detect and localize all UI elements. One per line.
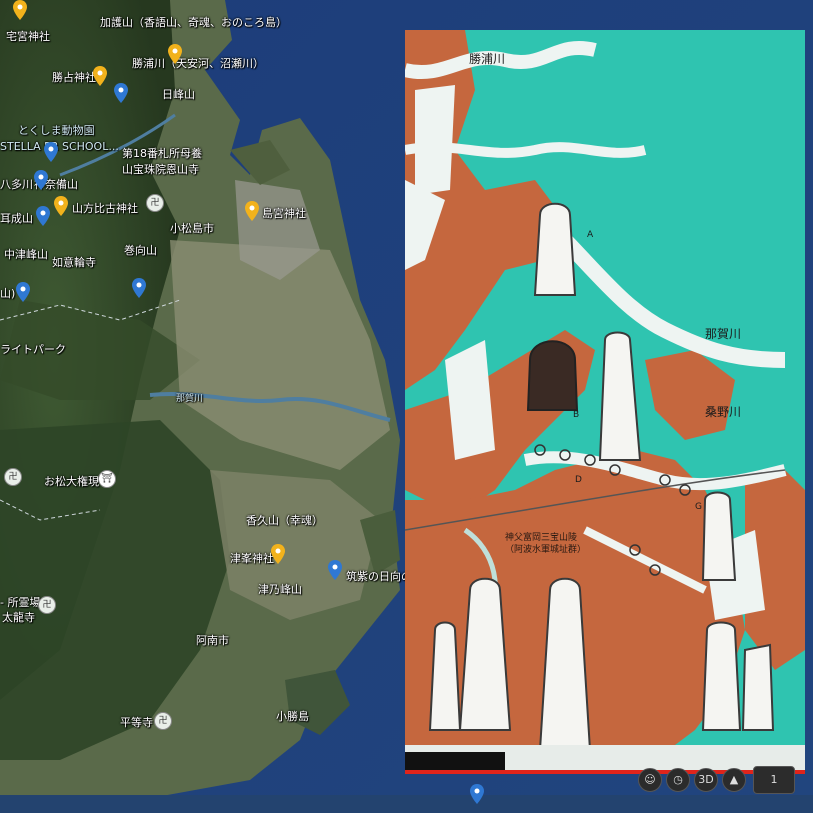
overlay-marker-d: D bbox=[575, 475, 582, 485]
overlay-marker-a: A bbox=[587, 230, 594, 240]
label-yama[interactable]: 山) bbox=[0, 287, 15, 300]
overlay-label-naka-river: 那賀川 bbox=[705, 327, 742, 341]
shrine-gate-icon[interactable]: ⛩ bbox=[98, 470, 116, 488]
map-pin-blue[interactable] bbox=[16, 282, 30, 302]
overlay-label-kuwano-river: 桑野川 bbox=[705, 405, 742, 419]
person-icon[interactable]: ☺ bbox=[638, 768, 662, 792]
label-zoo[interactable]: とくしま動物園 bbox=[18, 124, 95, 137]
historical-map-artwork bbox=[405, 30, 805, 774]
map-pin-yellow[interactable] bbox=[54, 196, 68, 216]
temple-symbol-icon[interactable]: 卍 bbox=[38, 596, 56, 614]
video-progress-bar[interactable] bbox=[405, 770, 805, 774]
temple-symbol-icon[interactable]: 卍 bbox=[154, 712, 172, 730]
label-nakatsumine[interactable]: 中津峰山 bbox=[4, 248, 48, 261]
label-kagoyama[interactable]: 加護山（香語山、奇魂、おのころ島） bbox=[100, 16, 287, 29]
label-nyoirinji[interactable]: 如意輪寺 bbox=[52, 256, 96, 269]
label-lightpark[interactable]: ライトパーク bbox=[0, 343, 66, 356]
label-byodoji[interactable]: 平等寺 bbox=[120, 716, 153, 729]
label-katsuura-river[interactable]: 勝浦川（天安河、沼瀬川） bbox=[132, 57, 264, 70]
historical-map-overlay[interactable]: 勝浦川 那賀川 桑野川 A B D G 神父富岡三宝山陵 （阿波水軍城址群） bbox=[405, 30, 805, 774]
map-pin-yellow[interactable] bbox=[245, 201, 259, 221]
label-shimamiya[interactable]: 島宮神社 bbox=[262, 207, 306, 220]
label-tsuminejinja[interactable]: 津峯神社 bbox=[230, 552, 274, 565]
label-tsunominesan[interactable]: 津乃峰山 bbox=[258, 583, 302, 596]
overlay-label-katsuura-river: 勝浦川 bbox=[469, 52, 506, 66]
label-hinomine[interactable]: 日峰山 bbox=[162, 88, 195, 101]
label-fudasho[interactable]: 第18番札所母養 bbox=[122, 147, 202, 160]
3d-button[interactable]: 3D bbox=[694, 768, 718, 792]
map-pin-blue[interactable] bbox=[114, 83, 128, 103]
label-katsura-shrine[interactable]: 勝占神社 bbox=[52, 71, 96, 84]
overlay-marker-g: G bbox=[695, 502, 702, 512]
label-reijo[interactable]: - 所霊場 bbox=[0, 596, 40, 609]
map-pin-blue[interactable] bbox=[328, 560, 342, 580]
label-komatsushima-city[interactable]: 小松島市 bbox=[170, 222, 214, 235]
map-viewer[interactable]: 宅宮神社 加護山（香語山、奇魂、おのころ島） 勝占神社 勝浦川（天安河、沼瀬川）… bbox=[0, 0, 813, 813]
map-pin-blue[interactable] bbox=[44, 142, 58, 162]
map-pin-blue[interactable] bbox=[470, 784, 484, 804]
label-naka-river-map[interactable]: 那賀川 bbox=[176, 393, 203, 406]
map-pin-blue[interactable] bbox=[34, 170, 48, 190]
overlay-marker-b: B bbox=[573, 410, 580, 420]
label-school[interactable]: STELLA PR SCHOOL... bbox=[0, 140, 119, 153]
temple-symbol-icon[interactable]: 卍 bbox=[146, 194, 164, 212]
label-minarisan[interactable]: 耳成山 bbox=[0, 212, 33, 225]
map-pin-yellow[interactable] bbox=[271, 544, 285, 564]
video-progress-fill bbox=[405, 770, 805, 774]
temple-symbol-icon[interactable]: 卍 bbox=[4, 468, 22, 486]
overlay-inscription-2: （阿波水軍城址群） bbox=[505, 545, 587, 555]
fullscreen-button[interactable]: 1 bbox=[753, 766, 795, 794]
label-kaguyama[interactable]: 香久山（幸魂） bbox=[246, 514, 323, 527]
map-pin-yellow[interactable] bbox=[93, 66, 107, 86]
map-pin-yellow[interactable] bbox=[168, 44, 182, 64]
map-pin-yellow[interactable] bbox=[13, 0, 27, 20]
label-tsukushi[interactable]: 筑紫の日向の bbox=[346, 570, 412, 583]
compass-arrow-icon[interactable]: ▲ bbox=[722, 768, 746, 792]
label-tairyuji[interactable]: 太龍寺 bbox=[2, 611, 35, 624]
label-omatsu[interactable]: お松大権現 bbox=[44, 475, 99, 488]
label-makimukuyama[interactable]: 巻向山 bbox=[124, 244, 157, 257]
label-takumiya-shrine[interactable]: 宅宮神社 bbox=[6, 30, 50, 43]
label-onzanji[interactable]: 山宝珠院恩山寺 bbox=[122, 163, 199, 176]
map-pin-blue[interactable] bbox=[36, 206, 50, 226]
label-anan-city[interactable]: 阿南市 bbox=[196, 634, 229, 647]
clock-icon[interactable]: ◷ bbox=[666, 768, 690, 792]
label-yamakata[interactable]: 山方比古神社 bbox=[72, 202, 138, 215]
label-hatago[interactable]: 八多川 bbox=[0, 178, 33, 191]
label-kokatsushima[interactable]: 小勝島 bbox=[276, 710, 309, 723]
map-pin-blue[interactable] bbox=[132, 278, 146, 298]
